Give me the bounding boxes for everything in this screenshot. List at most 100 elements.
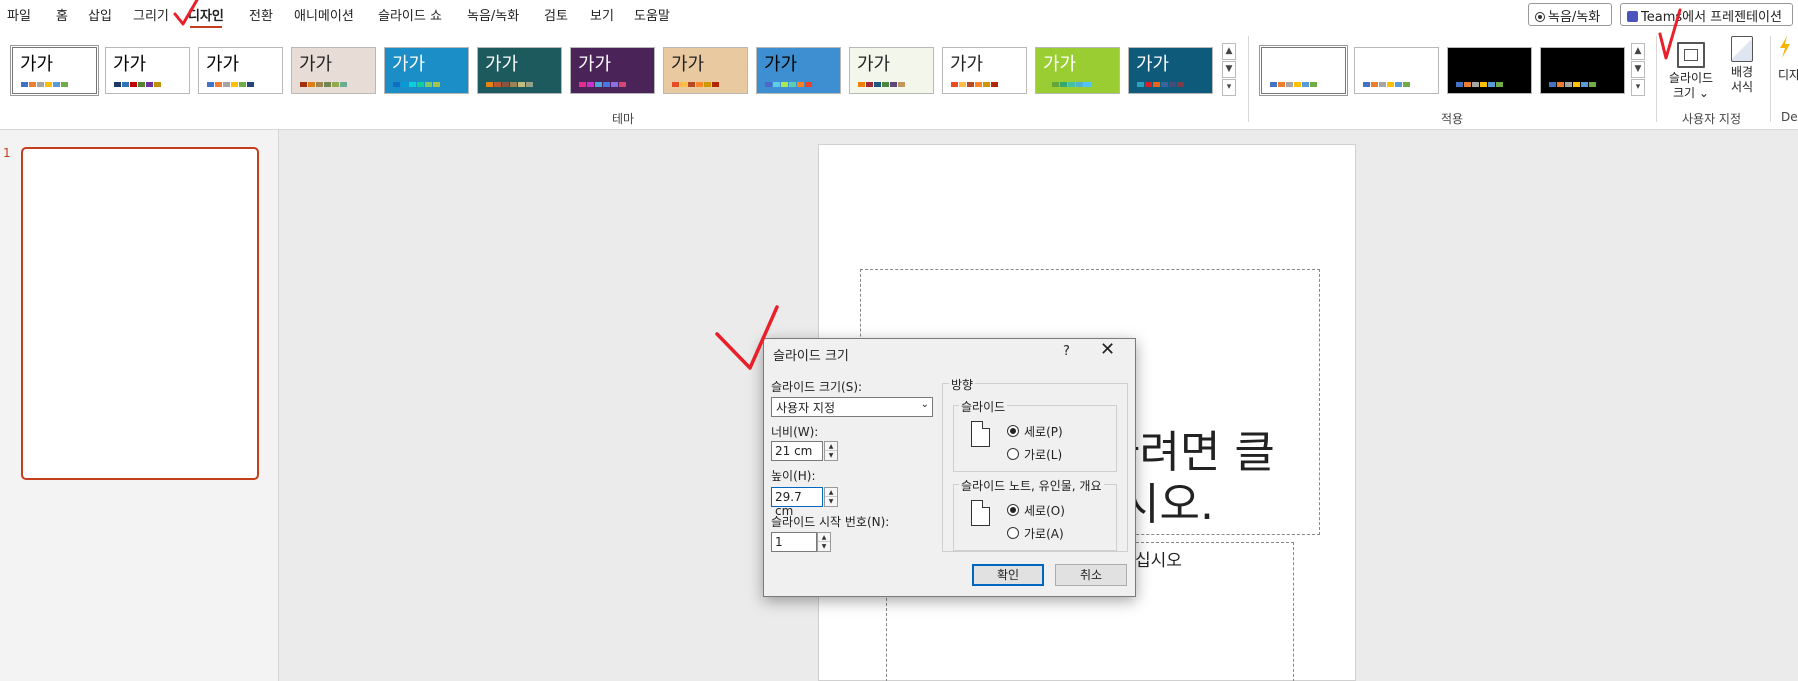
start-number-stepper[interactable]: ▲ ▼ <box>817 532 831 552</box>
theme-thumbnail-label: 가가 <box>671 54 705 75</box>
tab-file[interactable]: 파일 <box>7 5 31 24</box>
theme-thumbnail-label: 가가 <box>206 54 240 75</box>
theme-color-swatches <box>765 82 812 87</box>
variants-scroll-down[interactable]: ▼ <box>1631 61 1645 78</box>
format-background-label-2: 서식 <box>1730 80 1754 94</box>
theme-thumbnail[interactable]: 가가 <box>198 47 283 94</box>
theme-color-swatches <box>393 82 440 87</box>
designer-group-label: De <box>1781 110 1798 124</box>
variants-more-button[interactable]: ▾ <box>1631 79 1645 96</box>
record-button-label: 녹음/녹화 <box>1548 10 1601 25</box>
designer-icon <box>1778 36 1792 58</box>
variants-scroll-up[interactable]: ▲ <box>1631 43 1645 60</box>
width-field[interactable]: 21 cm <box>771 441 823 461</box>
slide-thumbnail-pane: 1 <box>0 130 279 681</box>
customize-group-label: 사용자 지정 <box>1682 112 1742 126</box>
designer-label: 디자 <box>1778 68 1798 82</box>
dialog-title: 슬라이드 크기 <box>773 349 849 364</box>
slide-size-dialog: 슬라이드 크기 ? ✕ 슬라이드 크기(S): 사용자 지정 ⌄ 너비(W): … <box>763 338 1136 597</box>
theme-thumbnail[interactable]: 가가 <box>105 47 190 94</box>
slide-size-select[interactable]: 사용자 지정 ⌄ <box>771 397 933 417</box>
theme-color-swatches <box>579 82 626 87</box>
tab-record[interactable]: 녹음/녹화 <box>467 5 519 24</box>
notes-portrait-label: 세로(O) <box>1024 504 1065 518</box>
slide-number: 1 <box>3 146 11 160</box>
variant-thumbnail[interactable] <box>1261 47 1346 94</box>
theme-color-swatches <box>1044 82 1091 87</box>
theme-thumbnail[interactable]: 가가 <box>1128 47 1213 94</box>
slide-size-button[interactable]: 슬라이드 크기 ⌄ <box>1665 36 1717 101</box>
variant-thumbnail[interactable] <box>1354 47 1439 94</box>
slides-landscape-radio[interactable] <box>1007 448 1019 460</box>
designer-button[interactable]: 디자 <box>1778 36 1798 83</box>
variant-color-swatches <box>1456 82 1503 87</box>
variant-thumbnail[interactable] <box>1540 47 1625 94</box>
width-stepper[interactable]: ▲ ▼ <box>824 441 838 461</box>
theme-thumbnail[interactable]: 가가 <box>570 47 655 94</box>
record-button[interactable]: 녹음/녹화 <box>1528 3 1612 26</box>
variant-thumbnail[interactable] <box>1447 47 1532 94</box>
height-field[interactable]: 29.7 cm <box>771 487 823 518</box>
theme-thumbnail[interactable]: 가가 <box>849 47 934 94</box>
format-background-button[interactable]: 배경 서식 <box>1722 36 1762 95</box>
theme-color-swatches <box>951 82 998 87</box>
variant-color-swatches <box>1549 82 1596 87</box>
help-button[interactable]: ? <box>1063 344 1070 359</box>
portrait-page-icon <box>971 500 990 526</box>
theme-thumbnail-label: 가가 <box>1136 54 1170 75</box>
theme-thumbnail-label: 가가 <box>20 54 54 75</box>
theme-thumbnail[interactable]: 가가 <box>291 47 376 94</box>
theme-color-swatches <box>300 82 347 87</box>
theme-thumbnail[interactable]: 가가 <box>477 47 562 94</box>
slide-thumbnail[interactable] <box>21 147 259 480</box>
portrait-page-icon <box>971 421 990 447</box>
ok-button[interactable]: 확인 <box>972 564 1044 586</box>
tab-animations[interactable]: 애니메이션 <box>294 5 354 24</box>
close-icon[interactable]: ✕ <box>1100 339 1115 360</box>
tab-home[interactable]: 홈 <box>56 5 68 24</box>
theme-thumbnail-label: 가가 <box>950 54 984 75</box>
start-number-field[interactable]: 1 <box>771 532 817 552</box>
themes-group-label: 테마 <box>612 112 635 126</box>
format-background-label: 배경 <box>1730 65 1754 79</box>
tab-slideshow[interactable]: 슬라이드 쇼 <box>378 5 442 24</box>
theme-thumbnail[interactable]: 가가 <box>384 47 469 94</box>
tab-help[interactable]: 도움말 <box>634 5 670 24</box>
notes-landscape-radio[interactable] <box>1007 527 1019 539</box>
theme-thumbnail-label: 가가 <box>485 54 519 75</box>
present-in-teams-button[interactable]: Teams에서 프레젠테이션 <box>1620 3 1793 26</box>
group-separator <box>1770 36 1771 122</box>
gallery-more-button[interactable]: ▾ <box>1222 79 1236 96</box>
cancel-button[interactable]: 취소 <box>1055 564 1127 586</box>
gallery-scroll-down[interactable]: ▼ <box>1222 61 1236 78</box>
ribbon: 가가 가가 가가 가가 가가 가가 가가 가가 가가 가가 가가 가가 가가 ▲ ▼ ▾ 테마 ▲ ▼ … <box>0 28 1798 130</box>
slides-portrait-label: 세로(P) <box>1024 425 1063 439</box>
tab-design[interactable]: 디자인 <box>188 5 224 28</box>
theme-color-swatches <box>114 82 161 87</box>
record-icon <box>1535 12 1545 22</box>
width-label: 너비(W): <box>771 425 819 439</box>
height-stepper[interactable]: ▲ ▼ <box>824 487 838 507</box>
slides-portrait-radio[interactable] <box>1007 425 1019 437</box>
theme-thumbnail[interactable]: 가가 <box>12 47 97 94</box>
orientation-label: 방향 <box>949 376 976 393</box>
tab-review[interactable]: 검토 <box>544 5 568 24</box>
subtitle-placeholder-text: 십시오 <box>1135 551 1182 571</box>
slide-size-select-value: 사용자 지정 <box>776 401 836 415</box>
slide-size-label: 슬라이드 크기(S): <box>771 380 863 394</box>
tab-transitions[interactable]: 전환 <box>249 5 273 24</box>
notes-portrait-radio[interactable] <box>1007 504 1019 516</box>
theme-thumbnail[interactable]: 가가 <box>942 47 1027 94</box>
theme-thumbnail-label: 가가 <box>857 54 891 75</box>
gallery-scroll-up[interactable]: ▲ <box>1222 43 1236 60</box>
slide-size-label-2: 크기 ⌄ <box>1673 86 1709 100</box>
theme-thumbnail[interactable]: 가가 <box>663 47 748 94</box>
start-number-label: 슬라이드 시작 번호(N): <box>771 515 890 529</box>
slide-size-label: 슬라이드 <box>1668 71 1714 85</box>
theme-thumbnail[interactable]: 가가 <box>1035 47 1120 94</box>
tab-view[interactable]: 보기 <box>590 5 614 24</box>
tab-draw[interactable]: 그리기 <box>133 5 169 24</box>
tab-insert[interactable]: 삽입 <box>88 5 112 24</box>
slides-orientation-label: 슬라이드 <box>959 398 1008 415</box>
theme-thumbnail[interactable]: 가가 <box>756 47 841 94</box>
